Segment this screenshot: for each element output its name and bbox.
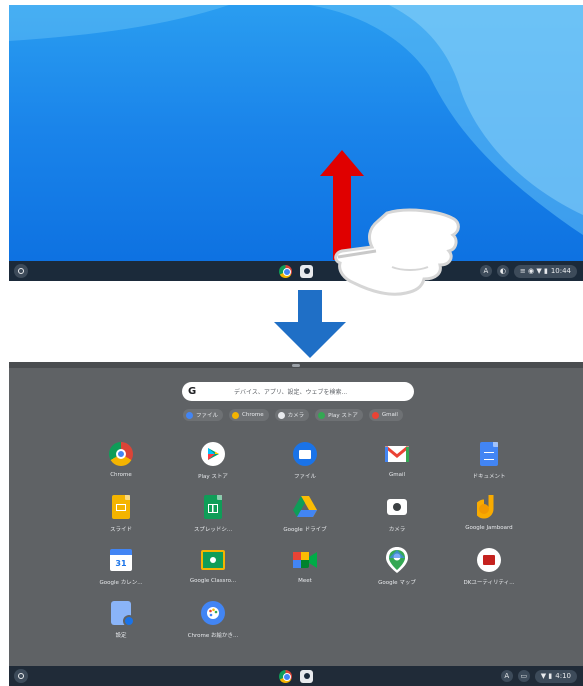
camera-icon: [385, 495, 409, 519]
suggestion-chip[interactable]: ファイル: [183, 409, 224, 421]
app-tile-calendar[interactable]: 31 Google カレン...: [75, 548, 167, 601]
canvas-icon: [201, 601, 225, 625]
slides-icon: [109, 495, 133, 519]
maps-icon: [385, 547, 409, 573]
app-tile-maps[interactable]: Google マップ: [351, 547, 443, 601]
suggestion-chip[interactable]: カメラ: [274, 409, 310, 421]
chrome-icon: [109, 442, 133, 466]
keyboard-icon[interactable]: ▭: [517, 670, 530, 682]
clock: 10:44: [550, 267, 571, 275]
hand-pointer-icon: [334, 208, 460, 296]
chip-label: Chrome: [242, 412, 264, 418]
clock: 4:10: [555, 672, 571, 680]
launcher-drag-handle[interactable]: [292, 364, 300, 367]
chip-app-icon: [277, 411, 285, 419]
app-tile-sheets[interactable]: スプレッドシ...: [167, 495, 259, 548]
settings-icon: [109, 601, 135, 627]
chip-app-icon: [186, 411, 193, 419]
transition-down-arrow: [274, 290, 346, 358]
app-label: Google ドライブ: [283, 527, 327, 533]
app-tile-dk[interactable]: DKユーティリティ...: [443, 548, 535, 601]
jamboard-icon: [477, 495, 501, 519]
app-label: Google カレン...: [99, 580, 143, 586]
chip-label: Play ストア: [328, 413, 358, 419]
launcher-button[interactable]: [14, 264, 28, 278]
app-label: ファイル: [293, 474, 316, 480]
suggestion-chip[interactable]: Play ストア: [315, 409, 363, 421]
shelf: A ◐ ≡ ◉ ▼ ▮ 10:44: [9, 261, 583, 281]
google-g-icon: G: [188, 386, 197, 397]
dk-icon: [477, 548, 501, 572]
app-label: ドキュメント: [472, 474, 506, 480]
app-tile-files[interactable]: ファイル: [259, 442, 351, 495]
status-area[interactable]: ≡ ◉ ▼ ▮ 10:44: [513, 264, 577, 278]
status-area[interactable]: ▼ ▮ 4:10: [534, 669, 577, 683]
app-tile-classroom[interactable]: Google Classro...: [167, 548, 259, 601]
app-tile-jamboard[interactable]: Google Jamboard: [443, 495, 535, 548]
accessibility-icon[interactable]: A: [479, 265, 492, 277]
app-label: Gmail: [388, 472, 406, 478]
status-icons: ▼ ▮: [540, 672, 553, 680]
app-label: Play ストア: [198, 474, 228, 480]
chip-app-icon: [232, 411, 240, 419]
suggestion-chip[interactable]: Gmail: [368, 409, 403, 421]
app-tile-play[interactable]: Play ストア: [167, 442, 259, 495]
gmail-icon: [385, 442, 409, 466]
suggestion-chips: ファイル Chrome カメラ Play ストア Gmail: [183, 409, 403, 421]
stylus-icon[interactable]: ◐: [496, 265, 509, 277]
chip-label: Gmail: [381, 412, 398, 418]
wallpaper-wave: [9, 5, 583, 235]
launcher-button[interactable]: [14, 669, 28, 683]
app-label: Google マップ: [378, 580, 416, 586]
status-icons: ≡ ◉ ▼ ▮: [519, 267, 548, 275]
chip-app-icon: [371, 411, 379, 419]
app-tile-canvas[interactable]: Chrome お絵かき...: [167, 601, 259, 654]
app-tile-slides[interactable]: スライド: [75, 495, 167, 548]
accessibility-icon[interactable]: A: [500, 670, 513, 682]
app-tile-meet[interactable]: Meet: [259, 548, 351, 601]
app-label: Google Classro...: [189, 578, 237, 584]
app-tile-gmail[interactable]: Gmail: [351, 442, 443, 495]
app-label: スプレッドシ...: [193, 527, 233, 533]
play-icon: [201, 442, 225, 466]
shelf-apps: [279, 264, 313, 278]
app-label: Chrome お絵かき...: [187, 633, 239, 639]
shelf: A ▭ ▼ ▮ 4:10: [9, 666, 583, 686]
classroom-icon: [201, 548, 225, 572]
camera-icon[interactable]: [300, 264, 313, 278]
calendar-icon: 31: [109, 548, 133, 572]
launcher-search-input[interactable]: G デバイス、アプリ、設定、ウェブを検索...: [182, 382, 414, 401]
app-tile-camera[interactable]: カメラ: [351, 495, 443, 548]
app-label: カメラ: [388, 527, 406, 533]
search-placeholder: デバイス、アプリ、設定、ウェブを検索...: [234, 389, 348, 396]
status-tray[interactable]: A ▭ ▼ ▮ 4:10: [500, 669, 577, 683]
shelf-apps: [279, 669, 313, 683]
chrome-icon[interactable]: [279, 669, 292, 683]
meet-icon: [293, 548, 317, 572]
app-tile-chrome[interactable]: Chrome: [75, 442, 167, 495]
camera-icon[interactable]: [300, 669, 313, 683]
status-tray[interactable]: A ◐ ≡ ◉ ▼ ▮ 10:44: [479, 264, 577, 278]
chip-app-icon: [318, 411, 326, 419]
desktop-screenshot: A ◐ ≡ ◉ ▼ ▮ 10:44: [9, 5, 583, 281]
app-label: 設定: [115, 633, 127, 639]
suggestion-chip[interactable]: Chrome: [229, 409, 269, 421]
app-label: スライド: [109, 527, 132, 533]
drive-icon: [293, 495, 317, 519]
app-grid: Chrome Play ストア ファイル Gmail ドキュメントスライド スプレッドシ.…: [75, 442, 535, 654]
launcher-screenshot: G デバイス、アプリ、設定、ウェブを検索... ファイル Chrome カメラ Pla…: [9, 362, 583, 686]
docs-icon: [477, 442, 501, 466]
app-tile-docs[interactable]: ドキュメント: [443, 442, 535, 495]
app-label: DKユーティリティ...: [463, 580, 515, 586]
app-label: Google Jamboard: [465, 525, 513, 531]
app-tile-settings[interactable]: 設定: [75, 601, 167, 654]
files-icon: [293, 442, 317, 466]
chrome-icon[interactable]: [279, 264, 292, 278]
app-tile-drive[interactable]: Google ドライブ: [259, 495, 351, 548]
chip-label: カメラ: [287, 413, 305, 419]
sheets-icon: [201, 495, 225, 519]
app-label: Meet: [298, 578, 312, 584]
chip-label: ファイル: [196, 413, 219, 419]
app-label: Chrome: [110, 472, 132, 478]
